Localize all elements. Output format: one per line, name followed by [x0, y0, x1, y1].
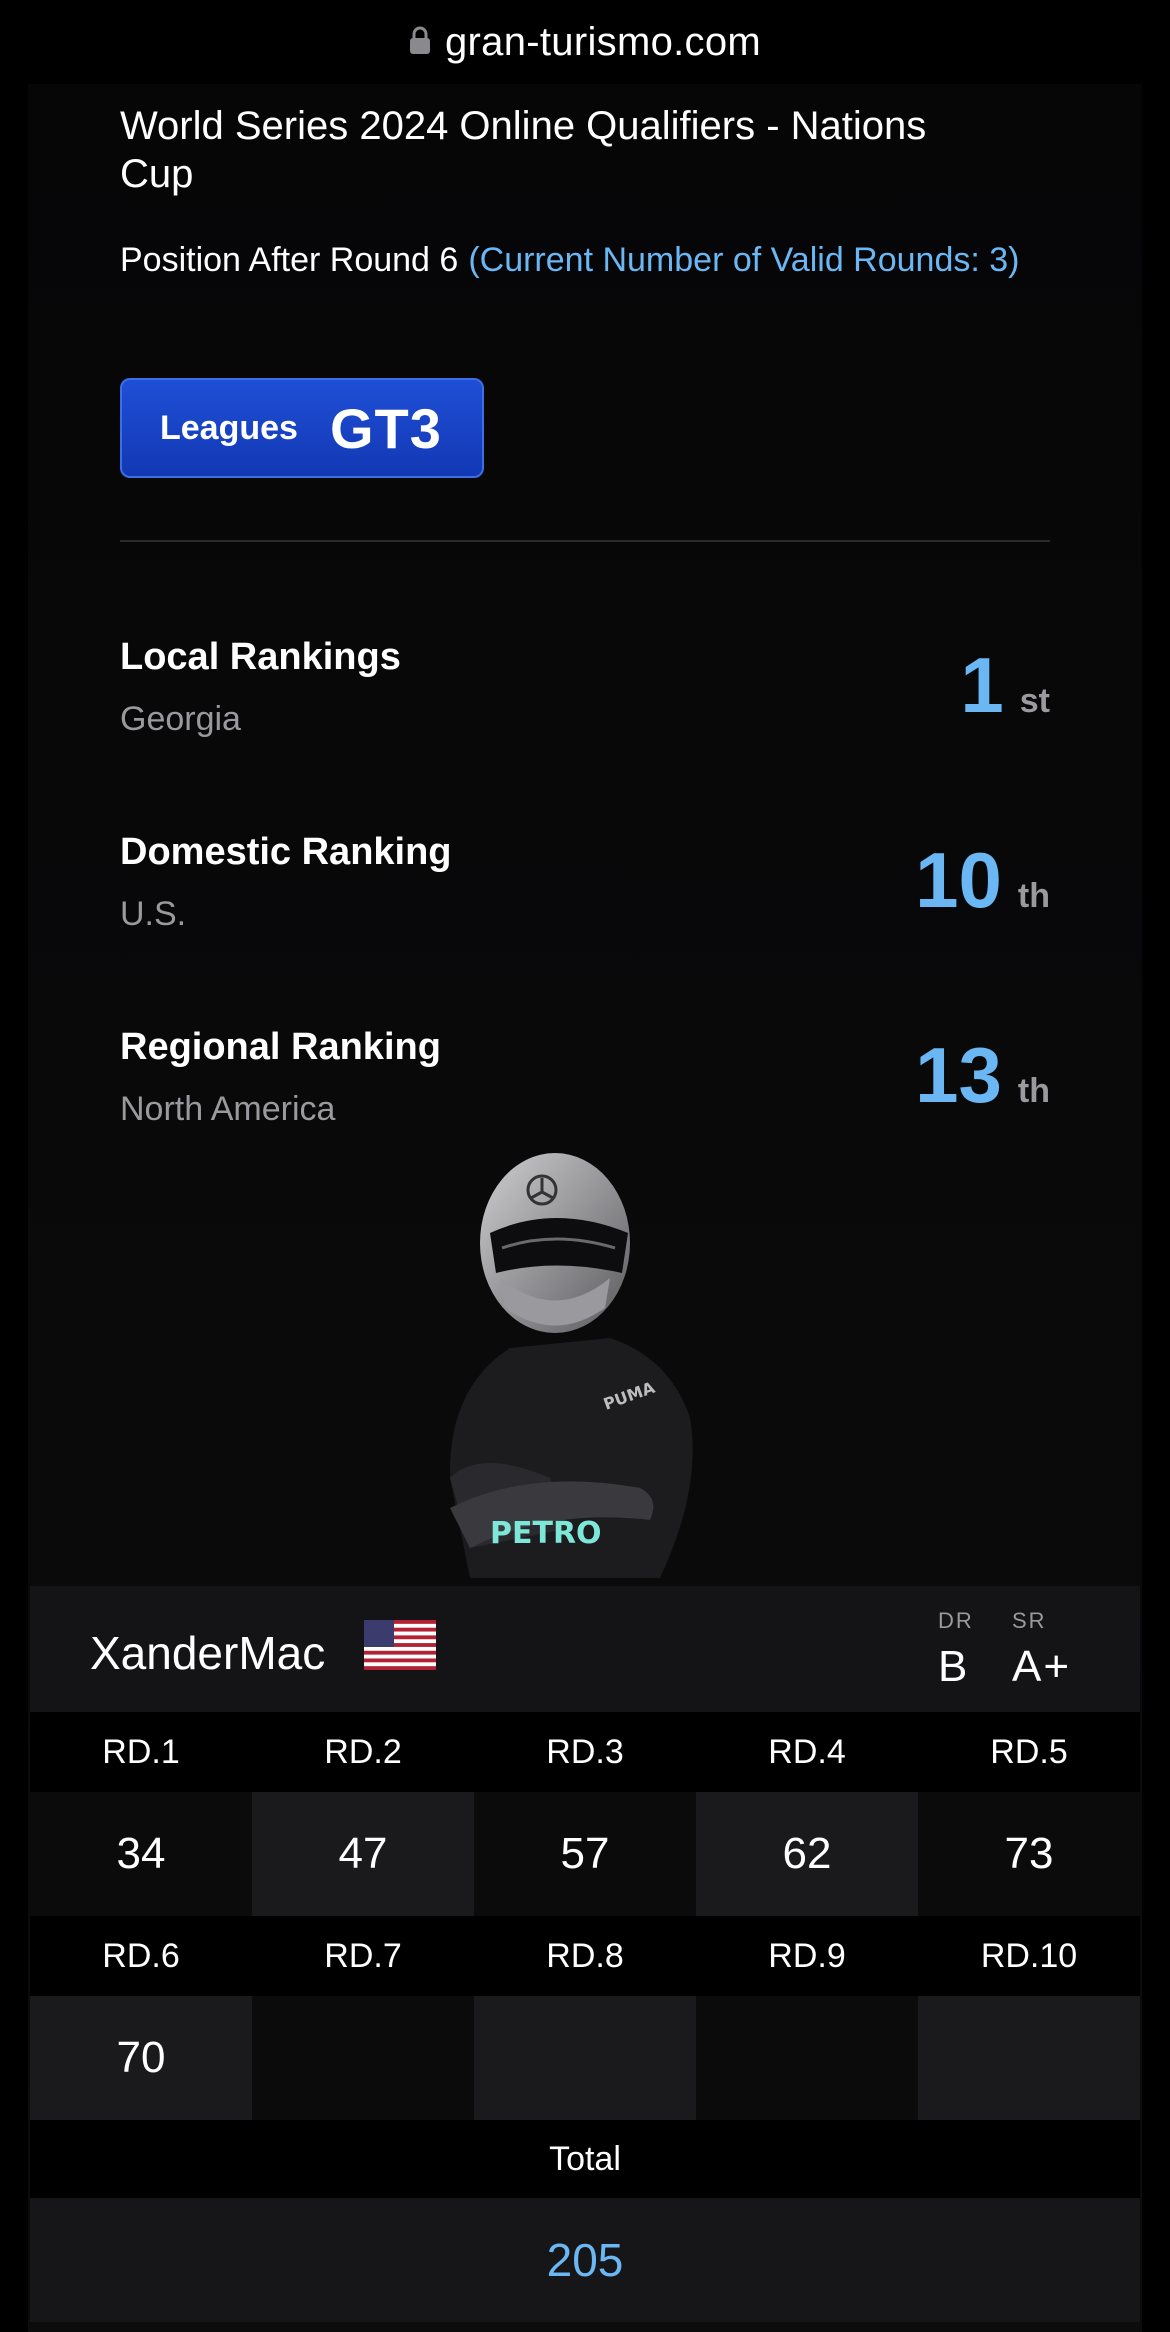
ranking-area: Georgia — [120, 700, 241, 738]
round-score — [474, 1996, 696, 2120]
driver-avatar: PETRO PUMA — [449, 1153, 693, 1578]
round-score: 34 — [30, 1792, 252, 1916]
player-name: XanderMac — [90, 1627, 326, 1679]
round-score: 62 — [696, 1792, 918, 1916]
ranking-value: 10 th — [915, 835, 1050, 926]
round-label: RD.8 — [474, 1916, 696, 1996]
lock-icon — [410, 26, 430, 54]
round-label: RD.2 — [252, 1712, 474, 1792]
league-badge: Leagues GT3 — [120, 378, 484, 478]
round-score: 73 — [918, 1792, 1140, 1916]
round-score: 47 — [252, 1792, 474, 1916]
total-label: Total — [30, 2120, 1140, 2198]
league-value: GT3 — [329, 396, 442, 460]
ranking-value: 13 th — [915, 1030, 1050, 1121]
sr-label: SR — [1012, 1608, 1047, 1633]
sr-value: A+ — [1012, 1642, 1072, 1691]
dr-label: DR — [938, 1608, 974, 1633]
ranking-number: 1 — [960, 641, 1004, 729]
ranking-suffix: th — [1017, 1072, 1050, 1110]
ranking-title: Domestic Ranking — [120, 831, 452, 873]
ranking-value: 1 st — [960, 640, 1050, 731]
league-label: Leagues — [160, 408, 298, 447]
round-score — [918, 1996, 1140, 2120]
total-value: 205 — [30, 2198, 1140, 2322]
round-label: RD.7 — [252, 1916, 474, 1996]
round-label: RD.5 — [918, 1712, 1140, 1792]
player-bar: XanderMac DR B SR A+ — [30, 1586, 1140, 1712]
round-score: 57 — [474, 1792, 696, 1916]
position-text: Position After Round 6 — [120, 241, 459, 279]
ranking-title: Local Rankings — [120, 636, 401, 678]
ranking-area: U.S. — [120, 895, 187, 933]
round-label: RD.10 — [918, 1916, 1140, 1996]
ranking-regional: Regional Ranking North America 13 th — [120, 1026, 1050, 1146]
ranking-suffix: th — [1017, 877, 1050, 915]
ranking-suffix: st — [1019, 682, 1050, 720]
ranking-local: Local Rankings Georgia 1 st — [120, 636, 1050, 756]
url-text: gran-turismo.com — [445, 19, 761, 64]
divider — [120, 540, 1050, 542]
round-score — [252, 1996, 474, 2120]
round-label: RD.1 — [30, 1712, 252, 1792]
ranking-number: 10 — [915, 836, 1002, 924]
rounds-grid: RD.1 RD.2 RD.3 RD.4 RD.5 34 47 57 62 73 … — [30, 1712, 1140, 2120]
ranking-area: North America — [120, 1090, 336, 1128]
round-label: RD.9 — [696, 1916, 918, 1996]
valid-rounds-text: (Current Number of Valid Rounds: 3) — [468, 241, 1020, 279]
round-score: 70 — [30, 1996, 252, 2120]
browser-url-bar[interactable]: gran-turismo.com — [0, 0, 1170, 84]
position-info: Position After Round 6 (Current Number of… — [120, 240, 1060, 280]
us-flag-icon — [364, 1620, 436, 1670]
ranking-title: Regional Ranking — [120, 1026, 441, 1068]
svg-text:PETRO: PETRO — [490, 1516, 602, 1551]
event-title: World Series 2024 Online Qualifiers - Na… — [120, 104, 927, 196]
round-score — [696, 1996, 918, 2120]
ranking-domestic: Domestic Ranking U.S. 10 th — [120, 831, 1050, 951]
round-label: RD.6 — [30, 1916, 252, 1996]
round-label: RD.3 — [474, 1712, 696, 1792]
dr-value: B — [938, 1642, 970, 1691]
ranking-number: 13 — [915, 1031, 1002, 1119]
round-label: RD.4 — [696, 1712, 918, 1792]
